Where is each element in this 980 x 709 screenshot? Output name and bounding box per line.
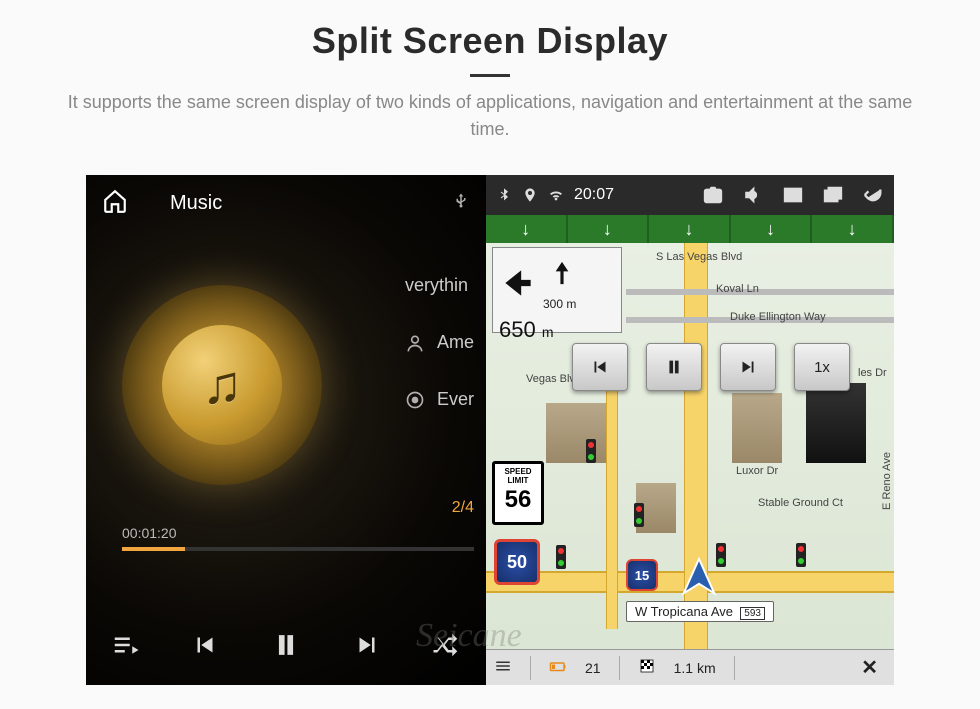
- sim-pause-button[interactable]: [646, 343, 702, 391]
- music-tab-label[interactable]: Music: [170, 192, 222, 215]
- street-label: S Las Vegas Blvd: [656, 251, 742, 263]
- track-counter: 2/4: [452, 499, 474, 517]
- traffic-light-icon: [586, 439, 596, 463]
- artist-name: Ame: [437, 332, 474, 353]
- traffic-light-icon: [556, 545, 566, 569]
- pause-button[interactable]: [269, 628, 303, 667]
- street-label: Luxor Dr: [736, 465, 778, 477]
- shuffle-button[interactable]: [431, 630, 461, 665]
- traffic-light-icon: [634, 503, 644, 527]
- repeat-icon: [405, 390, 425, 410]
- route-shield: 50: [494, 539, 540, 585]
- destination-icon: [638, 657, 656, 678]
- vehicle-marker: [676, 555, 722, 606]
- repeat-label: Ever: [437, 389, 474, 410]
- progress-area: 2/4 00:01:20: [122, 525, 474, 551]
- sim-prev-button[interactable]: [572, 343, 628, 391]
- nav-pane: 20:07 ↓ ↓ ↓ ↓ ↓: [486, 175, 894, 685]
- street-label: Koval Ln: [716, 283, 759, 295]
- sim-speed-button[interactable]: 1x: [794, 343, 850, 391]
- speed-limit-sign: SPEED LIMIT 56: [492, 461, 544, 525]
- back-button[interactable]: [862, 184, 884, 206]
- street-label: E Reno Ave: [881, 452, 893, 510]
- sim-media-controls: 1x: [572, 343, 850, 391]
- nav-bottom-strip: 21 1.1 km ✕: [486, 649, 894, 685]
- street-label: Duke Ellington Way: [730, 311, 826, 323]
- interstate-shield: 15: [626, 559, 658, 591]
- turn-card: 300 m 650 m: [492, 247, 622, 333]
- current-road-label: W Tropicana Ave 593: [626, 601, 774, 622]
- location-icon: [522, 187, 538, 203]
- nav-close-button[interactable]: ✕: [853, 655, 886, 680]
- road: [626, 289, 894, 295]
- repeat-row[interactable]: Ever: [405, 389, 474, 410]
- lane-arrow-icon: ↓: [731, 215, 813, 243]
- lane-arrow-icon: ↓: [649, 215, 731, 243]
- artist-row: Ame: [405, 332, 474, 353]
- clock: 20:07: [574, 186, 614, 204]
- progress-fill: [122, 547, 185, 551]
- menu-button[interactable]: [494, 657, 512, 678]
- straight-icon: [543, 254, 581, 292]
- remaining-distance: 1.1 km: [674, 660, 716, 676]
- street-label: les Dr: [858, 367, 887, 379]
- lane-guidance: ↓ ↓ ↓ ↓ ↓: [486, 215, 894, 243]
- battery-indicator: [549, 657, 567, 678]
- recent-apps-button[interactable]: [822, 184, 844, 206]
- close-split-button[interactable]: [782, 184, 804, 206]
- device-frame: Music ♫ verythin Ame Ever 2/4: [86, 175, 894, 685]
- building: [546, 403, 606, 463]
- progress-bar[interactable]: [122, 547, 474, 551]
- lane-arrow-icon: ↓: [812, 215, 894, 243]
- music-pane: Music ♫ verythin Ame Ever 2/4: [86, 175, 486, 685]
- music-topbar: Music: [86, 175, 486, 231]
- sim-next-button[interactable]: [720, 343, 776, 391]
- prev-button[interactable]: [190, 630, 220, 665]
- street-label: Stable Ground Ct: [758, 497, 843, 509]
- track-title-row: verythin: [405, 275, 474, 296]
- building: [806, 383, 866, 463]
- wifi-icon: [548, 187, 564, 203]
- road: [606, 363, 618, 629]
- music-controls: [86, 628, 486, 667]
- volume-button[interactable]: [742, 184, 764, 206]
- elapsed-time: 00:01:20: [122, 525, 474, 541]
- building: [732, 393, 782, 463]
- next-button[interactable]: [352, 630, 382, 665]
- playlist-button[interactable]: [111, 630, 141, 665]
- bluetooth-icon: [496, 187, 512, 203]
- lane-arrow-icon: ↓: [568, 215, 650, 243]
- turn-left-icon: [499, 264, 537, 302]
- page-title: Split Screen Display: [40, 20, 940, 62]
- person-icon: [405, 333, 425, 353]
- battery-percent: 21: [585, 660, 601, 676]
- home-icon[interactable]: [102, 188, 128, 219]
- music-note-icon: ♫: [202, 354, 243, 416]
- map-canvas[interactable]: S Las Vegas Blvd Koval Ln Duke Ellington…: [486, 243, 894, 649]
- usb-icon[interactable]: [452, 192, 470, 215]
- screenshot-button[interactable]: [702, 184, 724, 206]
- turn-distance: 650 m: [499, 317, 615, 343]
- lane-arrow-icon: ↓: [486, 215, 568, 243]
- status-strip: 20:07: [486, 175, 894, 215]
- page-subtitle: It supports the same screen display of t…: [50, 89, 930, 143]
- traffic-light-icon: [796, 543, 806, 567]
- track-title: verythin: [405, 275, 468, 296]
- album-art: ♫: [122, 285, 322, 485]
- title-divider: [470, 74, 510, 77]
